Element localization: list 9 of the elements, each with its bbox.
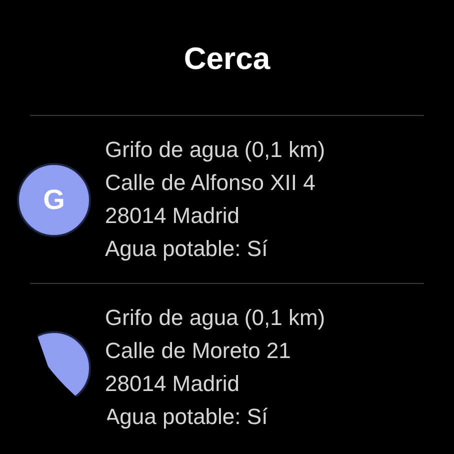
place-detail: 28014 Madrid xyxy=(105,370,241,398)
place-detail: Calle de Moreto 21 xyxy=(105,336,292,364)
place-detail: Agua potable: Sí xyxy=(105,402,269,431)
place-detail: Calle de Alfonso XII 4 xyxy=(105,168,316,196)
place-detail: Grifo de agua (0,1 km) xyxy=(105,304,326,332)
screen-title: Cerca xyxy=(184,40,270,78)
place-detail: 28014 Madrid xyxy=(105,202,241,230)
place-detail: Grifo de agua (0,1 km) xyxy=(105,136,326,164)
place-detail: Agua potable: Sí xyxy=(105,234,269,263)
